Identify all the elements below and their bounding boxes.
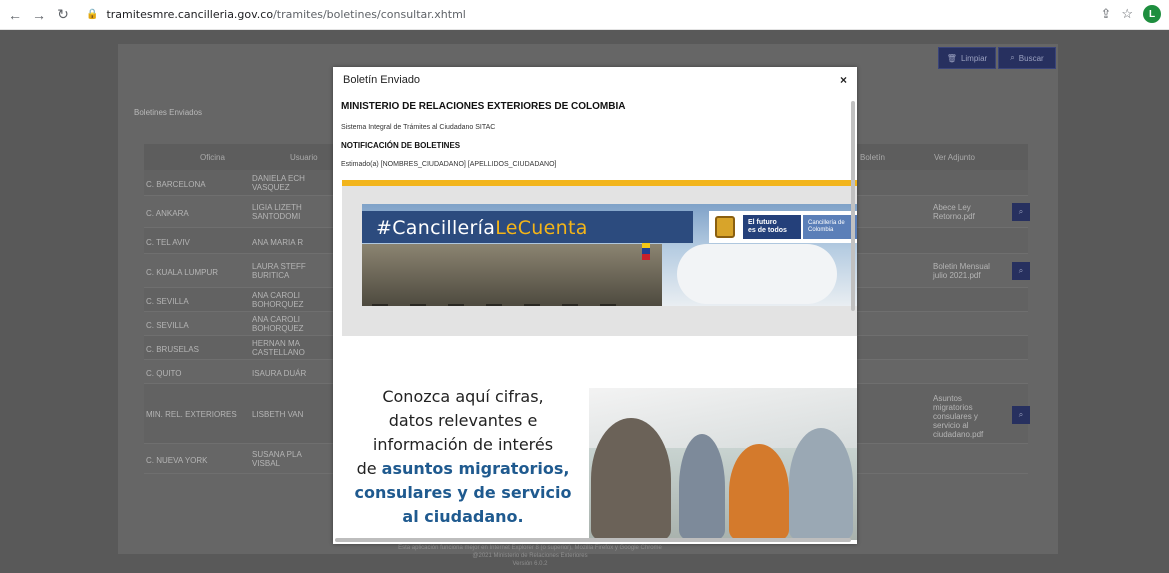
modal-header: Boletín Enviado × xyxy=(333,67,857,95)
row-user: ANA CAROLI BOHORQUEZ xyxy=(252,291,304,309)
row-user: LIGIA LIZETH SANTODOMI xyxy=(252,203,302,221)
building-image xyxy=(362,244,662,306)
forward-icon[interactable]: → xyxy=(30,6,48,24)
notification-heading: NOTIFICACIÓN DE BOLETINES xyxy=(341,141,461,150)
search-icon: ⌕ xyxy=(1010,53,1015,62)
promo-line: datos relevantes e xyxy=(388,411,538,430)
promo-accent: asuntos migratorios, xyxy=(381,459,570,478)
system-name: Sistema Integral de Trámites al Ciudadan… xyxy=(341,124,496,131)
trash-icon: 🗑 xyxy=(946,53,957,63)
footer-browser-note: Esta aplicación funciona mejor en Intern… xyxy=(398,545,662,551)
row-attachment: Abece Ley Retorno.pdf xyxy=(933,203,975,221)
slogan-line1: El futuro xyxy=(748,219,777,226)
row-user: HERNAN MA CASTELLANO xyxy=(252,339,305,357)
promo-line: información de interés xyxy=(372,435,554,454)
col-office: Oficina xyxy=(200,153,225,162)
promo-accent: consulares y de servicio xyxy=(354,483,572,502)
row-office: C. TEL AVIV xyxy=(146,238,190,247)
promo-text: Conozca aquí cifras, datos relevantes e … xyxy=(343,385,583,529)
hashtag-highlight: LeCuenta xyxy=(495,217,588,239)
address-bar[interactable]: 🔒 tramitesmre.cancilleria.gov.co /tramit… xyxy=(86,4,1136,26)
clear-button-label: Limpiar xyxy=(960,53,988,63)
view-attachment-button[interactable]: ⌕ xyxy=(1012,203,1030,221)
row-user: SUSANA PLA VISBAL xyxy=(252,450,302,468)
row-office: C. BRUSELAS xyxy=(146,345,199,354)
modal-body[interactable]: MINISTERIO DE RELACIONES EXTERIORES DE C… xyxy=(333,95,857,540)
campaign-banner: #CancilleríaLeCuenta El futuro es de tod… xyxy=(342,186,857,336)
url-path: /tramites/boletines/consultar.xhtml xyxy=(273,8,466,21)
bulletin-modal: Boletín Enviado × MINISTERIO DE RELACION… xyxy=(333,67,857,544)
view-attachment-button[interactable]: ⌕ xyxy=(1012,262,1030,280)
page-title: Boletines Enviados xyxy=(134,108,203,117)
clear-button[interactable]: 🗑 Limpiar xyxy=(938,47,996,69)
colombia-flag xyxy=(642,242,650,260)
promo-line: de xyxy=(356,459,377,478)
row-user: LAURA STEFF BURITICA xyxy=(252,262,306,280)
row-user: ISAURA DUÁR xyxy=(252,369,307,378)
row-user: ANA CAROLI BOHORQUEZ xyxy=(252,315,304,333)
slogan-line2: es de todos xyxy=(748,227,787,234)
close-icon[interactable]: × xyxy=(840,73,847,87)
profile-avatar[interactable]: L xyxy=(1143,5,1161,23)
row-office: C. ANKARA xyxy=(146,209,189,218)
promo-line: Conozca aquí cifras, xyxy=(382,387,544,406)
back-icon[interactable]: ← xyxy=(6,6,24,24)
col-bulletin: Boletín xyxy=(860,153,885,162)
coat-of-arms-icon xyxy=(715,216,735,238)
ministry-logo-text: Cancillería de Colombia xyxy=(803,215,857,239)
modal-horizontal-scrollbar[interactable] xyxy=(335,538,851,542)
col-user: Usuario xyxy=(290,153,318,162)
footer-version: Versión 6.0.2 xyxy=(512,561,548,567)
url-host: tramitesmre.cancilleria.gov.co xyxy=(106,8,274,21)
page-footer: Esta aplicación funciona mejor en Intern… xyxy=(250,544,810,568)
row-office: C. SEVILLA xyxy=(146,321,189,330)
row-user: ANA MARIA R xyxy=(252,238,304,247)
row-office: C. KUALA LUMPUR xyxy=(146,268,219,277)
modal-title: Boletín Enviado xyxy=(343,74,421,86)
government-logo: El futuro es de todos Cancillería de Col… xyxy=(709,211,857,243)
promo-accent: al ciudadano. xyxy=(402,507,524,526)
bookmark-star-icon[interactable]: ☆ xyxy=(1121,6,1133,22)
nav-buttons: ← → ↻ xyxy=(6,6,72,24)
row-office: C. QUITO xyxy=(146,369,182,378)
hashtag-text: #Cancillería xyxy=(376,217,496,239)
row-attachment: Boletin Mensual julio 2021.pdf xyxy=(933,262,990,280)
slogan-box: El futuro es de todos xyxy=(743,215,801,239)
share-icon[interactable]: ⇪ xyxy=(1100,6,1111,22)
promo-photo xyxy=(589,388,857,540)
col-attachment: Ver Adjunto xyxy=(934,153,975,162)
row-attachment: Asuntos migratorios consulares y servici… xyxy=(933,394,984,439)
row-office: MIN. REL. EXTERIORES xyxy=(146,410,237,419)
row-office: C. NUEVA YORK xyxy=(146,456,208,465)
row-office: C. SEVILLA xyxy=(146,297,189,306)
ministry-heading: MINISTERIO DE RELACIONES EXTERIORES DE C… xyxy=(341,101,626,112)
view-attachment-button[interactable]: ⌕ xyxy=(1012,406,1030,424)
modal-vertical-scrollbar[interactable] xyxy=(851,101,855,311)
row-user: DANIELA ECH VASQUEZ xyxy=(252,174,305,192)
browser-toolbar: ← → ↻ 🔒 tramitesmre.cancilleria.gov.co /… xyxy=(0,0,1169,30)
search-button-label: Buscar xyxy=(1018,53,1044,63)
banner-hashtag-strip: #CancilleríaLeCuenta xyxy=(362,211,693,243)
row-user: LISBETH VAN xyxy=(252,410,304,419)
footer-copyright: @2021 Ministerio de Relaciones Exteriore… xyxy=(472,553,588,559)
browser-actions: ⇪ ☆ L xyxy=(1100,5,1161,23)
banner-image: #CancilleríaLeCuenta El futuro es de tod… xyxy=(362,204,857,306)
search-button[interactable]: ⌕ Buscar xyxy=(998,47,1056,69)
lock-icon: 🔒 xyxy=(86,9,99,20)
row-office: C. BARCELONA xyxy=(146,180,206,189)
greeting-text: Estimado(a) [NOMBRES_CIUDADANO] [APELLID… xyxy=(341,161,557,168)
reload-icon[interactable]: ↻ xyxy=(54,6,72,24)
